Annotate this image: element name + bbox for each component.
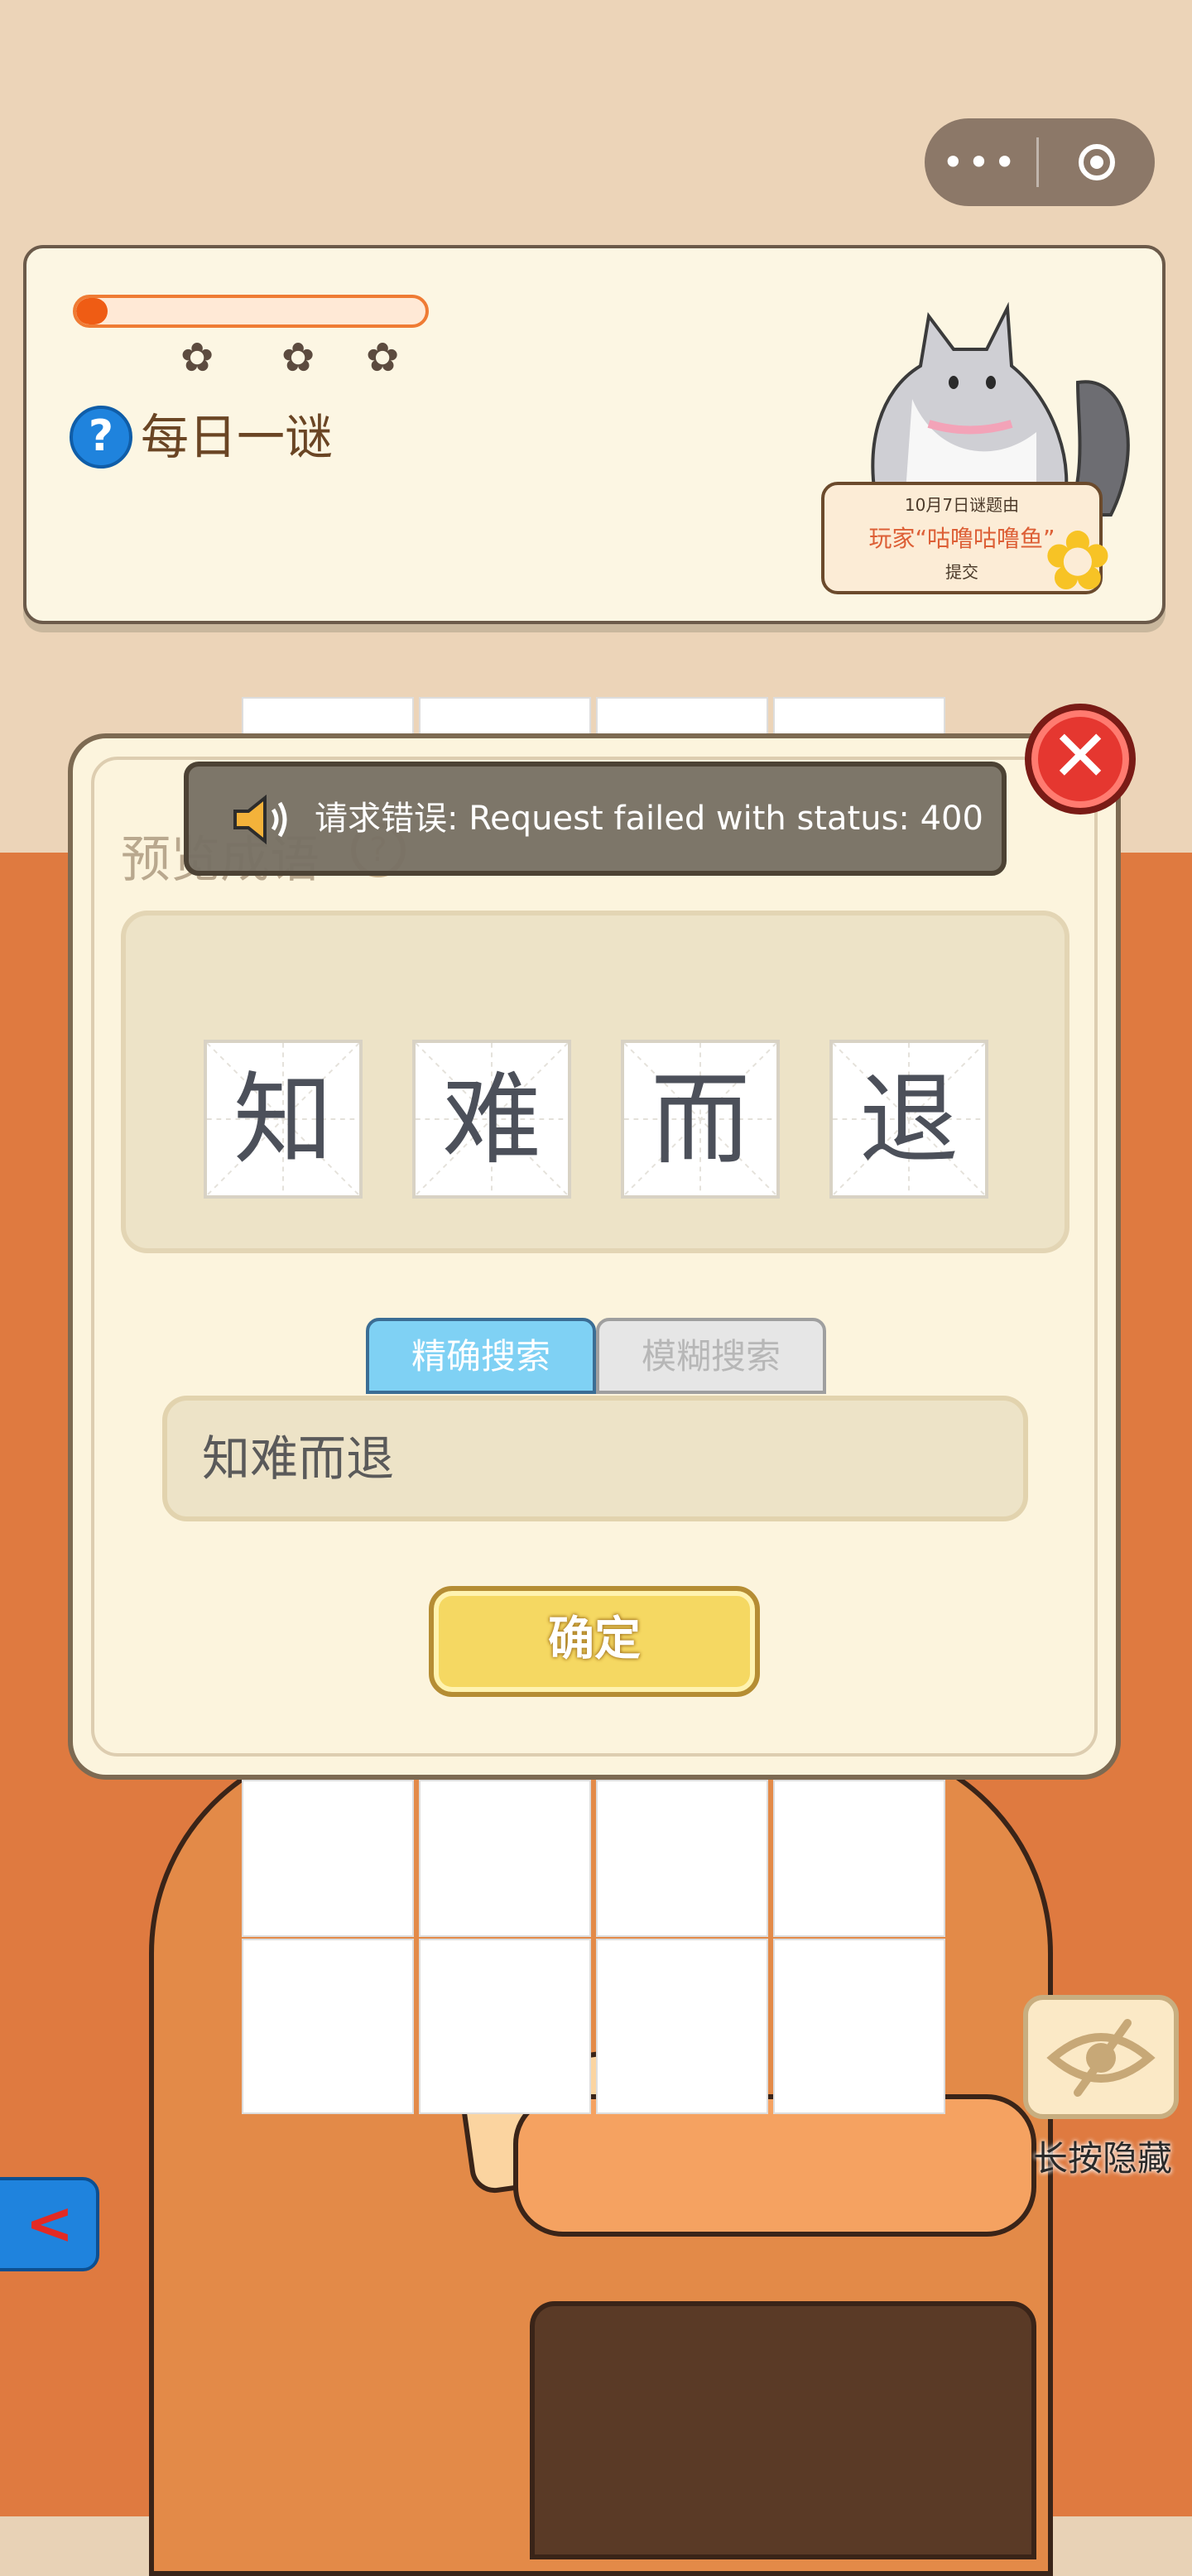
idiom-char: 难 [442,1063,541,1178]
grid-tile[interactable] [242,1780,414,1937]
idiom-search-input[interactable]: 知难而退 [162,1396,1028,1521]
flower-icon: ✿ [281,334,315,381]
mini-program-capsule: ••• [925,118,1155,206]
back-arrow-icon[interactable]: < [0,2177,99,2271]
character-hands [513,2094,1036,2237]
yellow-flower-icon: ✿ [1043,512,1113,609]
grid-tile[interactable] [596,1780,768,1937]
grid-tile[interactable] [773,697,945,738]
grid-tile[interactable] [596,697,768,738]
close-icon[interactable]: ✕ [1025,704,1136,815]
hide-label: 长按隐藏 [1032,2138,1172,2179]
grid-tile[interactable] [242,1939,414,2114]
idiom-char-tile: 知 [204,1040,363,1199]
flower-icon: ✿ [180,334,214,381]
idiom-char: 知 [233,1063,333,1178]
tab-fuzzy-search[interactable]: 模糊搜索 [596,1318,826,1394]
daily-puzzle-card: ✿ ✿ ✿ ? 每日一谜 10月7日谜题由 玩家“咕噜咕噜鱼” 提交 ✿ [23,245,1166,624]
grid-tile[interactable] [419,1939,591,2114]
idiom-char-tile: 难 [412,1040,571,1199]
idiom-char-tile: 而 [621,1040,780,1199]
daily-puzzle-title[interactable]: 每日一谜 [141,402,333,472]
tab-precise-search[interactable]: 精确搜索 [366,1318,596,1394]
idiom-char: 而 [651,1063,750,1178]
speaker-icon [233,795,287,844]
grid-tile[interactable] [773,1780,945,1937]
idiom-char-tile: 退 [829,1040,988,1199]
grid-tile[interactable] [773,1939,945,2114]
progress-fill [76,298,108,324]
progress-bar [73,295,429,328]
confirm-button[interactable]: 确定 [429,1586,760,1697]
grid-tile[interactable] [242,697,414,738]
grid-tile[interactable] [596,1939,768,2114]
grid-tile[interactable] [419,1780,591,1937]
eye-off-icon [1046,2019,1156,2097]
idiom-char: 退 [859,1063,959,1178]
error-toast: 请求错误: Request failed with status: 400 [184,762,1007,876]
flower-icon: ✿ [366,334,400,381]
target-circle-icon[interactable] [1039,144,1155,180]
help-icon[interactable]: ? [70,406,132,469]
toast-message: 请求错误: Request failed with status: 400 [315,800,983,838]
character-pants [530,2301,1036,2559]
grid-tile[interactable] [419,697,591,738]
more-dots-icon[interactable]: ••• [925,118,1036,206]
hide-eye-button[interactable] [1023,1995,1179,2119]
